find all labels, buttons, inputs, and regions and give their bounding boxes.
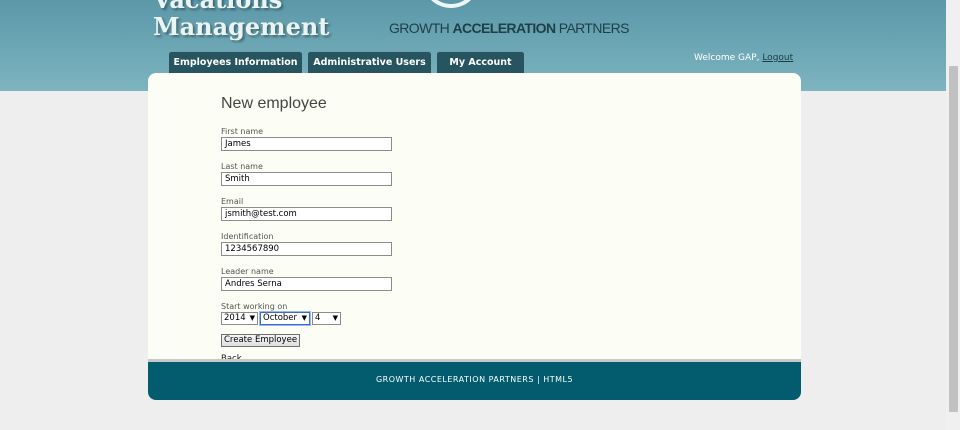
day-value: 4 (315, 313, 321, 323)
brand-light: GROWTH (389, 20, 453, 36)
welcome-area: Welcome GAP, Logout (694, 53, 793, 63)
footer-text: GROWTH ACCELERATION PARTNERS | HTML5 (375, 375, 574, 384)
first-name-input[interactable]: James (221, 137, 392, 151)
employee-form: New employee First name James Last name … (221, 94, 392, 364)
footer: GROWTH ACCELERATION PARTNERS | HTML5 (148, 359, 801, 400)
last-name-input[interactable]: Smith (221, 172, 392, 186)
app-title: Vacations Management (153, 0, 329, 40)
month-select[interactable]: October ▼ (259, 311, 311, 326)
tab-administrative-users[interactable]: Administrative Users (308, 51, 431, 74)
create-employee-button[interactable]: Create Employee (221, 334, 301, 347)
logo-circle-icon (422, 0, 480, 8)
brand-logo-text: GROWTH ACCELERATION PARTNERS (389, 20, 629, 36)
year-select[interactable]: 2014 ▼ (221, 312, 258, 325)
main-card: New employee First name James Last name … (148, 73, 801, 400)
app-title-line2: Management (153, 12, 330, 41)
brand-bold: ACCELERATION (452, 20, 556, 36)
leader-name-input[interactable]: Andres Serna (221, 277, 392, 291)
welcome-text: Welcome GAP, (694, 53, 760, 63)
chevron-down-icon: ▼ (332, 314, 338, 322)
email-input[interactable]: jsmith@test.com (221, 207, 392, 221)
chevron-down-icon: ▼ (301, 314, 307, 322)
first-name-label: First name (221, 127, 264, 136)
year-value: 2014 (224, 313, 246, 323)
day-select[interactable]: 4 ▼ (312, 312, 341, 325)
tab-my-account[interactable]: My Account (437, 51, 524, 74)
scrollbar-thumb[interactable] (949, 66, 958, 412)
email-label: Email (221, 197, 244, 206)
chevron-down-icon: ▼ (249, 314, 255, 322)
tab-employees-information[interactable]: Employees Information (169, 51, 302, 74)
page-title: New employee (221, 95, 327, 112)
start-working-label: Start working on (221, 302, 288, 311)
brand-end: PARTNERS (555, 20, 630, 36)
identification-label: Identification (221, 232, 274, 241)
last-name-label: Last name (221, 162, 263, 171)
identification-input[interactable]: 1234567890 (221, 242, 392, 256)
leader-name-label: Leader name (221, 267, 274, 276)
month-value: October (263, 313, 298, 323)
start-date-row: 2014 ▼ October ▼ 4 ▼ (221, 311, 392, 326)
logout-link[interactable]: Logout (762, 53, 793, 63)
